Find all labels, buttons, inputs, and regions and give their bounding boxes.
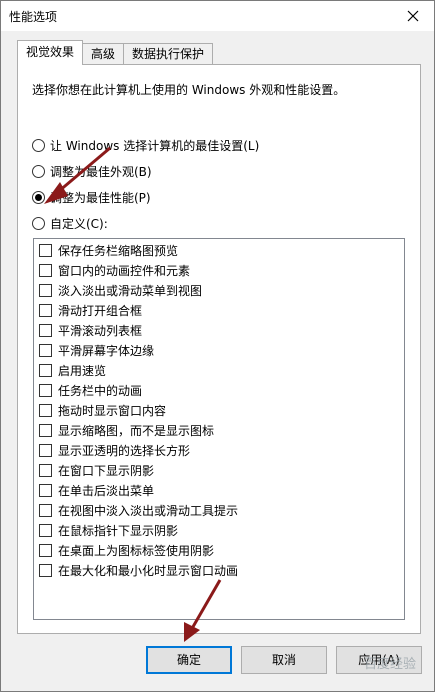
list-item[interactable]: 滑动打开组合框 [39, 301, 142, 319]
tab-advanced[interactable]: 高级 [82, 43, 125, 65]
checkbox[interactable] [39, 443, 52, 457]
close-button[interactable] [398, 5, 428, 27]
watermark-text: 百度经验 [363, 657, 416, 672]
checkbox[interactable] [39, 243, 52, 257]
list-item[interactable]: 保存任务栏缩略图预览 [39, 241, 178, 259]
checkbox[interactable] [39, 503, 52, 517]
checkbox[interactable] [39, 523, 52, 537]
checkbox[interactable] [39, 383, 52, 397]
list-item[interactable]: 任务栏中的动画 [39, 381, 142, 399]
radio-label: 调整为最佳外观(B) [50, 165, 152, 179]
list-item-label: 任务栏中的动画 [58, 383, 143, 398]
visual-effects-panel: 选择你想在此计算机上使用的 Windows 外观和性能设置。 让 Windows… [17, 64, 421, 634]
list-item[interactable]: 平滑滚动列表框 [39, 321, 142, 339]
radio-button[interactable] [32, 217, 45, 230]
list-item-label: 在窗口下显示阴影 [58, 463, 155, 478]
list-item[interactable]: 平滑屏幕字体边缘 [39, 341, 154, 359]
list-item-label: 平滑屏幕字体边缘 [58, 343, 155, 358]
list-item-label: 在视图中淡入淡出或滑动工具提示 [58, 503, 239, 518]
radio-label: 让 Windows 选择计算机的最佳设置(L) [50, 139, 260, 153]
cancel-button[interactable]: 取消 [241, 646, 327, 674]
description-text: 选择你想在此计算机上使用的 Windows 外观和性能设置。 [32, 83, 346, 97]
radio-best-performance[interactable]: 调整为最佳性能(P) [32, 189, 151, 206]
list-item[interactable]: 拖动时显示窗口内容 [39, 401, 166, 419]
checkbox[interactable] [39, 483, 52, 497]
list-item-label: 在单击后淡出菜单 [58, 483, 155, 498]
checkbox[interactable] [39, 463, 52, 477]
list-item-label: 保存任务栏缩略图预览 [58, 243, 179, 258]
checkbox[interactable] [39, 363, 52, 377]
checkbox[interactable] [39, 423, 52, 437]
ok-button[interactable]: 确定 [146, 646, 232, 674]
list-item-label: 在最大化和最小化时显示窗口动画 [58, 563, 239, 578]
radio-best-appearance[interactable]: 调整为最佳外观(B) [32, 163, 152, 180]
radio-button[interactable] [32, 191, 45, 204]
list-item[interactable]: 在鼠标指针下显示阴影 [39, 521, 178, 539]
checkbox[interactable] [39, 563, 52, 577]
checkbox[interactable] [39, 323, 52, 337]
checkbox[interactable] [39, 283, 52, 297]
list-item-label: 滑动打开组合框 [58, 303, 143, 318]
list-item[interactable]: 窗口内的动画控件和元素 [39, 261, 190, 279]
list-item-label: 平滑滚动列表框 [58, 323, 143, 338]
list-item-label: 在桌面上为图标标签使用阴影 [58, 543, 215, 558]
list-item-label: 淡入淡出或滑动菜单到视图 [58, 283, 203, 298]
window-title: 性能选项 [9, 10, 58, 24]
radio-let-windows-choose[interactable]: 让 Windows 选择计算机的最佳设置(L) [32, 137, 259, 154]
tab-visual-effects[interactable]: 视觉效果 [17, 40, 84, 65]
radio-label: 调整为最佳性能(P) [50, 191, 151, 205]
list-item-label: 显示亚透明的选择长方形 [58, 443, 191, 458]
radio-label: 自定义(C): [50, 217, 108, 231]
list-item-label: 启用速览 [58, 363, 107, 378]
list-item[interactable]: 淡入淡出或滑动菜单到视图 [39, 281, 202, 299]
performance-options-dialog: 性能选项 视觉效果 高级 数据执行保护 选择你想在此计算机上使用的 Window… [0, 0, 435, 692]
title-bar[interactable]: 性能选项 [1, 1, 434, 31]
list-item-label: 窗口内的动画控件和元素 [58, 263, 191, 278]
list-item[interactable]: 在视图中淡入淡出或滑动工具提示 [39, 501, 238, 519]
radio-button[interactable] [32, 139, 45, 152]
list-item[interactable]: 显示缩略图，而不是显示图标 [39, 421, 214, 439]
list-item[interactable]: 启用速览 [39, 361, 106, 379]
close-icon [407, 10, 419, 22]
tab-data-execution-prevention[interactable]: 数据执行保护 [123, 43, 214, 65]
radio-custom[interactable]: 自定义(C): [32, 215, 108, 232]
checkbox[interactable] [39, 343, 52, 357]
list-item-label: 在鼠标指针下显示阴影 [58, 523, 179, 538]
tab-bar: 视觉效果 高级 数据执行保护 [17, 40, 214, 65]
checkbox[interactable] [39, 263, 52, 277]
checkbox[interactable] [39, 403, 52, 417]
list-item[interactable]: 在桌面上为图标标签使用阴影 [39, 541, 214, 559]
list-item[interactable]: 在最大化和最小化时显示窗口动画 [39, 561, 238, 579]
list-item-label: 拖动时显示窗口内容 [58, 403, 167, 418]
list-item[interactable]: 在单击后淡出菜单 [39, 481, 154, 499]
radio-button[interactable] [32, 165, 45, 178]
visual-effects-list[interactable]: 保存任务栏缩略图预览 窗口内的动画控件和元素 淡入淡出或滑动菜单到视图 滑动打开… [33, 238, 405, 620]
list-item-label: 显示缩略图，而不是显示图标 [58, 423, 215, 438]
list-item[interactable]: 显示亚透明的选择长方形 [39, 441, 190, 459]
checkbox[interactable] [39, 303, 52, 317]
list-item[interactable]: 在窗口下显示阴影 [39, 461, 154, 479]
checkbox[interactable] [39, 543, 52, 557]
